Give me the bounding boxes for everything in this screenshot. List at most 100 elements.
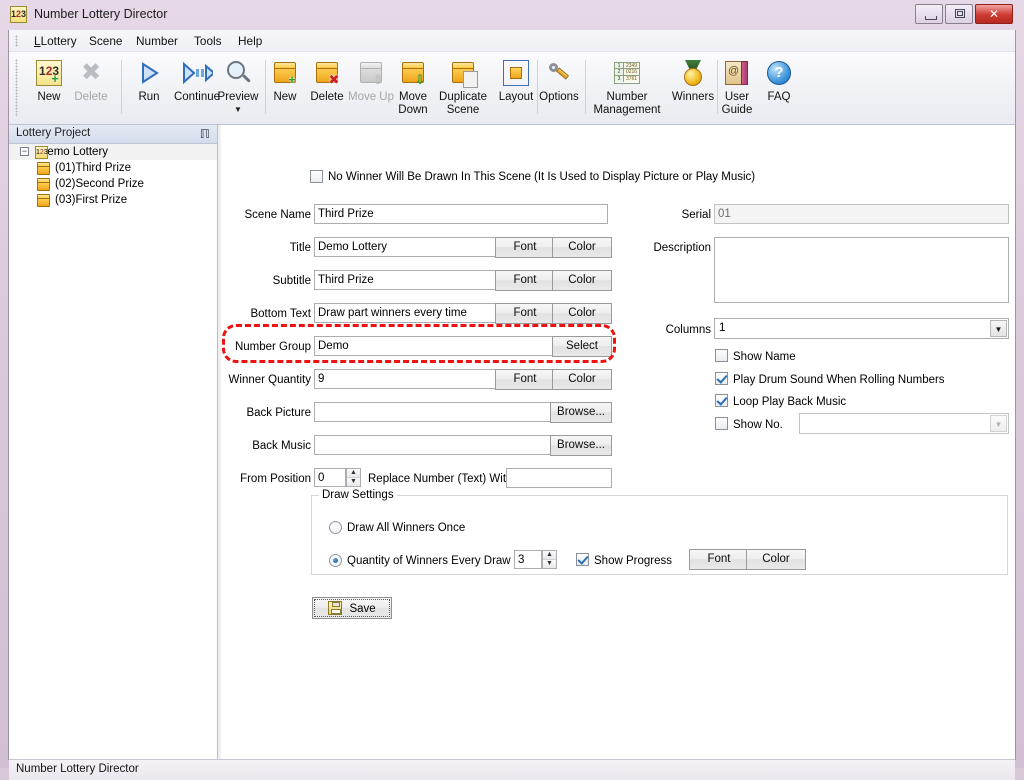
serial-input: 01	[714, 204, 1009, 224]
back-music-input[interactable]	[314, 435, 561, 455]
title-input[interactable]: Demo Lottery	[314, 237, 508, 257]
bottom-text-color-button[interactable]: Color	[552, 303, 612, 324]
toolbar-separator-1	[121, 60, 122, 114]
loop-back-music-checkbox[interactable]	[715, 394, 728, 407]
bottom-text-font-button[interactable]: Font	[495, 303, 555, 324]
duplicate-scene-icon	[447, 57, 479, 89]
new-scene-cube-icon: +	[269, 57, 301, 89]
project-tree: − 123 Demo Lottery (01)Third Prize (02)S…	[9, 144, 217, 208]
sidebar: Lottery Project ℿ − 123 Demo Lottery (01…	[9, 125, 218, 759]
play-drum-sound-checkbox[interactable]	[715, 372, 728, 385]
menu-tools[interactable]: Tools	[187, 33, 229, 50]
scene-name-input[interactable]: Third Prize	[314, 204, 608, 224]
stepper-down-icon[interactable]: ▼	[543, 560, 556, 568]
toolbar-number-management[interactable]: 1 2349 2 0216 3 3761 Number Management	[581, 55, 673, 121]
maximize-button[interactable]	[945, 4, 973, 24]
tree-node-demo-lottery[interactable]: − 123 Demo Lottery	[9, 144, 217, 160]
no-winner-checkbox[interactable]	[310, 170, 323, 183]
toolbar-new-scene[interactable]: + New	[261, 55, 309, 121]
quantity-every-draw-stepper[interactable]: ▲ ▼	[542, 550, 557, 569]
save-button[interactable]: Save	[312, 597, 392, 619]
back-picture-browse-button[interactable]: Browse...	[550, 402, 612, 423]
replace-number-input[interactable]	[506, 468, 612, 488]
show-no-combobox: ▼	[799, 413, 1009, 434]
tree-node-label: (02)Second Prize	[55, 178, 144, 190]
bottom-text-input[interactable]: Draw part winners every time	[314, 303, 508, 323]
toolbar-faq[interactable]: ? FAQ	[757, 55, 801, 121]
application-window: 123 Number Lottery Director ✕ LLottery S…	[0, 0, 1024, 780]
draw-settings-color-button[interactable]: Color	[746, 549, 806, 570]
status-text: Number Lottery Director	[16, 763, 139, 775]
toolbar-grip[interactable]	[15, 59, 18, 117]
app-icon: 123	[10, 6, 27, 23]
title-bar: 123 Number Lottery Director ✕	[0, 0, 1024, 30]
stepper-up-icon[interactable]: ▲	[347, 469, 360, 478]
scene-cube-icon	[37, 162, 50, 175]
number-group-select-button[interactable]: Select	[552, 336, 612, 357]
preview-dropdown-arrow[interactable]: ▼	[207, 105, 269, 114]
chevron-down-icon[interactable]: ▼	[990, 320, 1007, 337]
draw-settings-font-button[interactable]: Font	[689, 549, 749, 570]
maximize-icon-inner	[957, 11, 963, 16]
subtitle-color-button[interactable]: Color	[552, 270, 612, 291]
winner-quantity-color-button[interactable]: Color	[552, 369, 612, 390]
scene-cube-icon	[37, 178, 50, 191]
subtitle-font-button[interactable]: Font	[495, 270, 555, 291]
show-name-checkbox[interactable]	[715, 349, 728, 362]
stepper-up-icon[interactable]: ▲	[543, 551, 556, 560]
title-font-button[interactable]: Font	[495, 237, 555, 258]
toolbar-options[interactable]: Options	[533, 55, 585, 121]
toolbar-preview[interactable]: Preview ▼	[207, 55, 269, 121]
show-no-checkbox[interactable]	[715, 417, 728, 430]
columns-combobox[interactable]: 1 ▼	[714, 318, 1009, 339]
winner-quantity-font-button[interactable]: Font	[495, 369, 555, 390]
layout-icon	[500, 57, 532, 89]
back-picture-input[interactable]	[314, 402, 561, 422]
close-icon: ✕	[988, 7, 1000, 21]
minimize-icon	[925, 16, 937, 20]
serial-label: Serial	[681, 209, 711, 221]
no-winner-label: No Winner Will Be Drawn In This Scene	[328, 171, 532, 183]
menu-scene[interactable]: Scene	[82, 33, 129, 50]
stepper-down-icon[interactable]: ▼	[347, 478, 360, 486]
delete-scene-cube-icon: ✖	[311, 57, 343, 89]
draw-all-once-radio[interactable]	[329, 521, 342, 534]
quantity-every-draw-radio[interactable]	[329, 554, 342, 567]
new-project-icon: 123 +	[33, 57, 65, 89]
description-label: Description	[653, 242, 711, 254]
title-label: Title	[289, 242, 311, 254]
description-textarea[interactable]	[714, 237, 1009, 303]
menu-help[interactable]: Help	[231, 33, 269, 50]
tree-expander[interactable]: −	[20, 147, 29, 156]
menu-lottery[interactable]: LLottery	[27, 33, 84, 50]
subtitle-input[interactable]: Third Prize	[314, 270, 508, 290]
replace-number-label: Replace Number (Text) With	[368, 473, 513, 485]
move-up-cube-icon: ⇧	[355, 57, 387, 89]
back-music-browse-button[interactable]: Browse...	[550, 435, 612, 456]
toolbar-user-guide[interactable]: @ User Guide	[713, 55, 761, 121]
tree-node-label: (03)First Prize	[55, 194, 128, 206]
tree-node-scene-01[interactable]: (01)Third Prize	[9, 160, 217, 176]
lottery-project-icon: 123	[35, 146, 48, 159]
back-picture-label: Back Picture	[246, 407, 311, 419]
title-color-button[interactable]: Color	[552, 237, 612, 258]
draw-all-once-label: Draw All Winners Once	[347, 522, 466, 534]
menu-number[interactable]: Number	[129, 33, 185, 50]
save-button-label: Save	[349, 603, 376, 615]
pin-icon[interactable]: ℿ	[200, 127, 210, 141]
from-position-stepper[interactable]: ▲ ▼	[346, 468, 361, 487]
toolbar-duplicate-scene[interactable]: Duplicate Scene	[429, 55, 497, 121]
tree-node-scene-02[interactable]: (02)Second Prize	[9, 176, 217, 192]
from-position-input[interactable]: 0	[314, 468, 346, 487]
menu-bar: LLottery Scene Number Tools Help	[9, 30, 1015, 52]
number-group-input[interactable]: Demo	[314, 336, 561, 356]
show-progress-checkbox[interactable]	[576, 553, 589, 566]
toolbar-delete-scene[interactable]: ✖ Delete	[303, 55, 351, 121]
sidebar-title: Lottery Project	[16, 127, 91, 139]
quantity-every-draw-input[interactable]: 3	[514, 550, 542, 569]
winner-quantity-input[interactable]: 9	[314, 369, 508, 389]
tree-node-scene-03[interactable]: (03)First Prize	[9, 192, 217, 208]
menubar-grip[interactable]	[15, 35, 18, 47]
minimize-button[interactable]	[915, 4, 943, 24]
close-button[interactable]: ✕	[975, 4, 1013, 24]
